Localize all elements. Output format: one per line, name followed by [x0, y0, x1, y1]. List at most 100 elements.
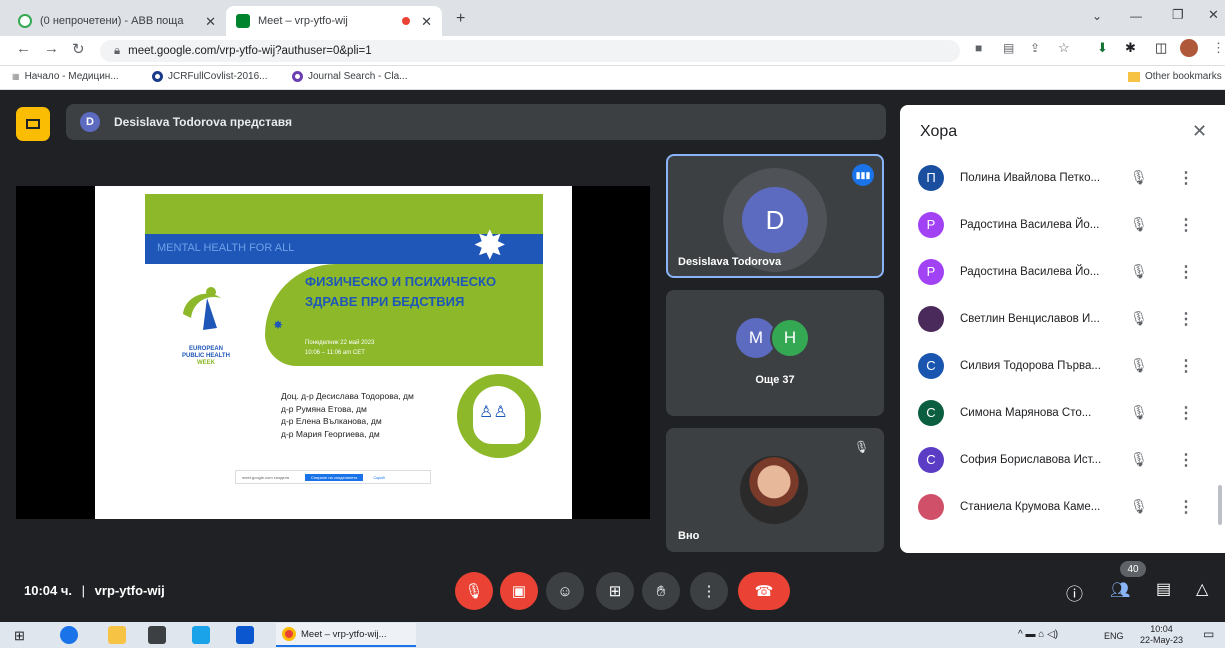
tab-mail[interactable]: (0 непрочетени) - ABB поща ✕ [8, 6, 226, 36]
participant-row[interactable]: Светлин Венциславов И... 🎙︎ ⋮ [900, 295, 1225, 342]
sidepanel-icon[interactable]: ◫ [1155, 40, 1167, 56]
presentation-indicator-icon[interactable] [16, 107, 50, 141]
recording-dot-icon [402, 17, 410, 25]
more-options-icon[interactable]: ⋮ [1178, 403, 1194, 423]
microphone-toggle[interactable]: 🎙︎ [455, 572, 493, 610]
reload-icon[interactable]: ↻ [72, 40, 85, 58]
extensions-icon[interactable]: ✱ [1125, 40, 1136, 56]
more-options-icon[interactable]: ⋮ [1178, 356, 1194, 376]
camera-off-icon: ▣ [511, 583, 527, 600]
chat-icon[interactable]: ▤ [1156, 579, 1171, 599]
people-icon[interactable]: 👥︎ [1110, 580, 1130, 600]
head-illustration: ♙♙ [457, 374, 541, 458]
presentation-slide: MENTAL HEALTH FOR ALL ✸ ФИЗИЧЕСКО И ПСИХ… [95, 186, 572, 519]
tab-search-icon[interactable]: ⌄ [1092, 9, 1102, 23]
star-icon[interactable]: ☆ [1058, 40, 1070, 56]
reactions-button[interactable]: ☺ [546, 572, 584, 610]
slide-authors: Доц. д-р Десислава Тодорова, дм д-р Румя… [281, 390, 414, 440]
more-options-icon[interactable]: ⋮ [1178, 168, 1194, 188]
taskbar-chrome-button[interactable]: Meet – vrp-ytfo-wij... [276, 623, 416, 647]
share-icon[interactable]: ⇪ [1030, 41, 1040, 55]
participant-avatar: Р [918, 211, 944, 238]
leave-call-button[interactable]: ☎︎ [738, 572, 790, 610]
participant-row[interactable]: П Полина Ивайлова Петко... 🎙︎ ⋮ [900, 154, 1225, 201]
edge-icon[interactable] [60, 626, 78, 644]
stop-sharing-button[interactable]: Спиране на споделянето [305, 473, 364, 481]
more-options-icon[interactable]: ⋮ [1178, 450, 1194, 470]
skype-icon[interactable] [192, 626, 210, 644]
close-tab-icon[interactable]: ✕ [421, 14, 432, 30]
participant-row[interactable]: С Силвия Тодорова Първа... 🎙︎ ⋮ [900, 342, 1225, 389]
translate-icon[interactable]: ▤ [1003, 41, 1014, 55]
menu-icon[interactable]: ⋮ [1212, 40, 1225, 56]
windows-start-icon[interactable]: ⊞ [14, 628, 25, 644]
more-options-icon[interactable]: ⋮ [1178, 262, 1194, 282]
url-text: meet.google.com/vrp-ytfo-wij?authuser=0&… [128, 45, 372, 57]
close-window-icon[interactable]: ✕ [1208, 7, 1219, 23]
eph-line1: EUROPEAN [188, 346, 223, 352]
slide-title-line2: ЗДРАВЕ ПРИ БЕДСТВИЯ [305, 294, 465, 309]
file-explorer-icon[interactable] [108, 626, 126, 644]
activities-icon[interactable]: △ [1196, 579, 1208, 599]
extension-download-icon[interactable]: ⬇ [1097, 40, 1108, 56]
bookmark-icon [152, 71, 163, 82]
participant-row[interactable]: Р Радостина Василева Йо... 🎙︎ ⋮ [900, 201, 1225, 248]
back-icon[interactable]: ← [16, 40, 31, 57]
more-options-icon[interactable]: ⋮ [1178, 497, 1194, 517]
participant-row[interactable]: С Симона Марянова Сто... 🎙︎ ⋮ [900, 389, 1225, 436]
raise-hand-button[interactable]: ✋︎ [642, 572, 680, 610]
close-panel-icon[interactable]: ✕ [1192, 121, 1207, 142]
participant-tile-vno[interactable]: 🎙︎ Вно [666, 428, 884, 552]
participant-tile-others[interactable]: M H Още 37 [666, 290, 884, 416]
more-options-icon[interactable]: ⋮ [1178, 215, 1194, 235]
scrollbar[interactable] [1218, 485, 1222, 525]
photo-fill [740, 456, 808, 524]
participant-name: Desislava Todorova [678, 256, 782, 268]
other-bookmarks[interactable]: Other bookmarks [1128, 71, 1222, 82]
bookmark-label: Journal Search - Cla... [308, 71, 408, 82]
bookmark-item[interactable]: JCRFullCovlist-2016... [152, 71, 267, 82]
mail-app-icon[interactable] [236, 626, 254, 644]
mic-off-icon: 🎙︎ [464, 583, 484, 600]
bookmark-item[interactable]: Journal Search - Cla... [292, 71, 408, 82]
new-tab-button[interactable]: + [456, 10, 465, 28]
notifications-icon[interactable]: ▭ [1203, 627, 1214, 641]
forward-icon[interactable]: → [44, 40, 59, 57]
address-bar[interactable]: 🔒︎ meet.google.com/vrp-ytfo-wij?authuser… [100, 40, 960, 62]
present-screen-button[interactable]: ⊞ [596, 572, 634, 610]
participant-tile-presenter[interactable]: D ▮▮▮ Desislava Todorova [666, 154, 884, 278]
store-icon[interactable] [148, 626, 166, 644]
camera-icon[interactable]: ■ [975, 41, 982, 55]
meeting-details-icon[interactable]: ⓘ [1066, 580, 1083, 605]
people-count-badge: 40 [1120, 561, 1146, 577]
mic-off-icon: 🎙︎ [1130, 216, 1148, 232]
mic-off-icon: 🎙︎ [1130, 498, 1148, 514]
slide-date: Понеделник 22 май 2023 [305, 340, 375, 346]
more-options-icon[interactable]: ⋮ [1178, 309, 1194, 329]
bookmark-item[interactable]: ▦ Начало - Медицин... [12, 71, 119, 82]
eph-logo-text: EUROPEAN PUBLIC HEALTH WEEK [171, 346, 241, 367]
small-star-icon: ✸ [273, 318, 284, 332]
camera-toggle[interactable]: ▣ [500, 572, 538, 610]
hide-button[interactable]: Скрий [373, 475, 384, 480]
tab-title: Meet – vrp-ytfo-wij [258, 15, 348, 27]
participant-row[interactable]: Р Радостина Василева Йо... 🎙︎ ⋮ [900, 248, 1225, 295]
language-indicator[interactable]: ENG [1104, 631, 1124, 641]
tab-meet[interactable]: Meet – vrp-ytfo-wij ✕ [226, 6, 442, 36]
participant-avatar: П [918, 164, 944, 191]
minimize-icon[interactable]: — [1130, 9, 1142, 23]
participant-name: Симона Марянова Сто... [960, 406, 1092, 419]
meeting-info: 10:04 ч. | vrp-ytfo-wij [24, 583, 165, 598]
system-clock[interactable]: 10:04 22-May-23 [1140, 624, 1183, 646]
profile-avatar[interactable] [1180, 39, 1198, 57]
presenting-text: Desislava Todorova представя [114, 115, 292, 129]
participant-name: Станиела Крумова Каме... [960, 500, 1101, 513]
participant-name: Светлин Венциславов И... [960, 312, 1100, 325]
more-options-button[interactable]: ⋮ [690, 572, 728, 610]
restore-icon[interactable]: ❐ [1172, 7, 1184, 23]
close-tab-icon[interactable]: ✕ [205, 14, 216, 30]
participant-row[interactable]: Станиела Крумова Каме... 🎙︎ ⋮ [900, 483, 1225, 530]
participant-row[interactable]: С София Бориславова Ист... 🎙︎ ⋮ [900, 436, 1225, 483]
author-line: д-р Румяна Етова, дм [281, 403, 367, 414]
system-tray-icons[interactable]: ^ ▬ ⌂ ◁) [1018, 629, 1058, 640]
